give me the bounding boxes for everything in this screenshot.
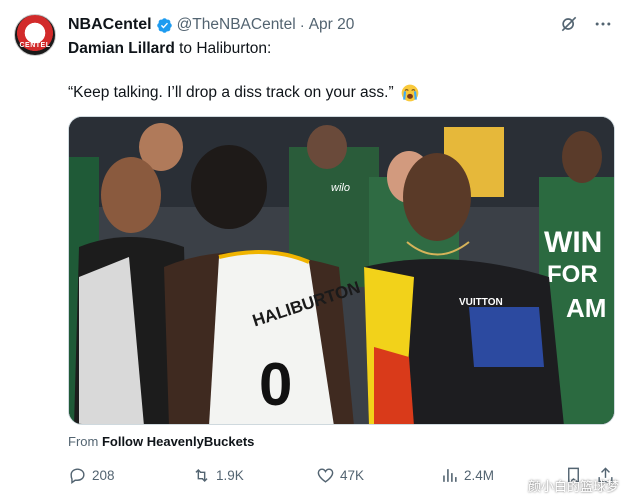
post-text-quote-line: “Keep talking. I’ll drop a diss track on… — [68, 83, 420, 103]
post-text-rest: to Haliburton: — [174, 40, 272, 57]
attribution-source-link[interactable]: Follow HeavenlyBuckets — [102, 434, 254, 449]
post-header: NBACentel @TheNBACentel · Apr 20 — [68, 14, 354, 36]
like-count: 47K — [340, 467, 365, 483]
view-count: 2.4M — [464, 467, 495, 483]
reply-count: 208 — [92, 467, 115, 483]
repost-button[interactable]: 1.9K — [192, 464, 244, 486]
views-button[interactable]: 2.4M — [440, 464, 494, 486]
shirt-logo-text: wilo — [331, 182, 350, 194]
shirt-brand-text: VUITTON — [459, 297, 503, 308]
media-attribution: From Follow HeavenlyBuckets — [68, 434, 254, 449]
timestamp[interactable]: Apr 20 — [309, 16, 355, 34]
more-options-icon[interactable] — [593, 14, 613, 34]
mentioned-name: Damian Lillard — [68, 40, 175, 57]
like-button[interactable]: 47K — [316, 464, 364, 486]
reply-icon — [70, 467, 85, 484]
banner-text-win: WIN — [544, 226, 602, 259]
post-text-line-1: Damian Lillard to Haliburton: — [68, 40, 271, 58]
handle[interactable]: @TheNBACentel — [177, 16, 296, 34]
jersey-number-text: 0 — [259, 351, 292, 418]
loudly-crying-face-icon — [401, 84, 418, 102]
separator-dot: · — [299, 16, 305, 34]
attribution-prefix: From — [68, 434, 102, 449]
header-actions — [559, 14, 613, 34]
repost-count: 1.9K — [216, 467, 244, 483]
avatar-text: CENTEL — [19, 42, 51, 49]
display-name[interactable]: NBACentel — [68, 16, 152, 34]
post-media-photo[interactable]: WIN FOR AM wilo HALIBURTON 0 VUITTON — [68, 116, 615, 425]
avatar[interactable]: CENTEL — [14, 14, 56, 56]
banner-text-for: FOR — [547, 261, 598, 288]
repost-icon — [195, 468, 208, 482]
post-quote: “Keep talking. I’ll drop a diss track on… — [68, 84, 394, 101]
watermark: 颜小白的篮球梦 — [527, 479, 619, 494]
verified-badge-icon — [156, 17, 172, 33]
banner-text-am: AM — [566, 293, 606, 323]
grok-icon[interactable] — [559, 14, 579, 34]
reply-button[interactable]: 208 — [68, 464, 115, 486]
photo-scene: WIN FOR AM wilo HALIBURTON 0 VUITTON — [69, 117, 614, 424]
analytics-icon — [443, 468, 457, 482]
heart-icon — [317, 467, 334, 483]
